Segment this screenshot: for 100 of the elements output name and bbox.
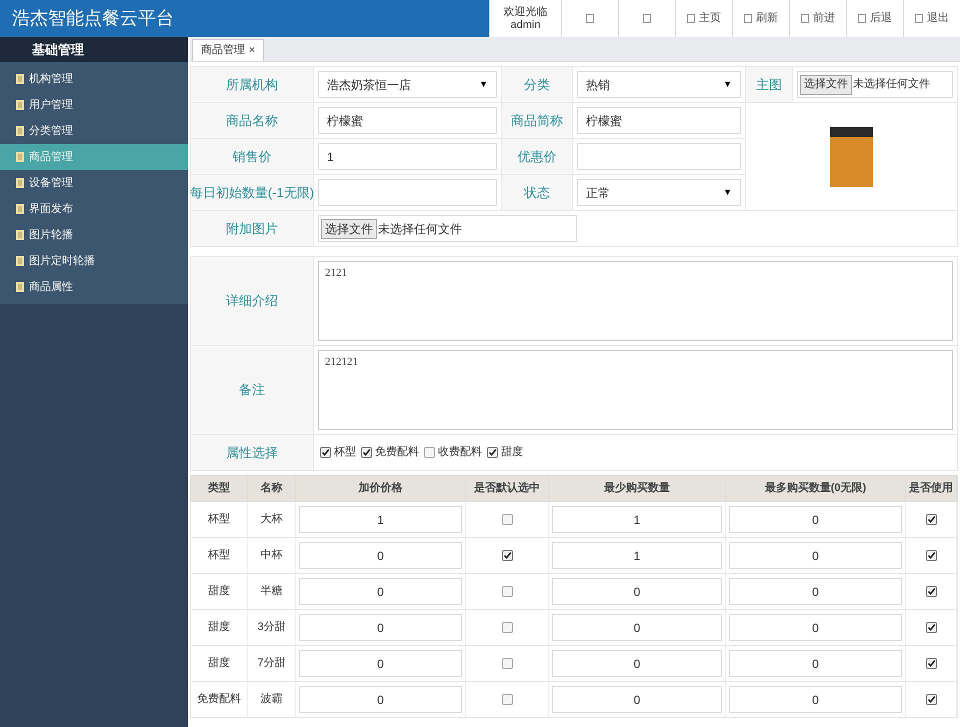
document-icon: [16, 152, 24, 162]
square-icon: [801, 14, 809, 23]
sidebar-item[interactable]: 用户管理: [0, 92, 188, 118]
input-field[interactable]: 柠檬蜜: [318, 107, 497, 134]
column-header: 最多购买数量(0无限): [726, 476, 906, 501]
table-cell: 甜度: [191, 610, 248, 645]
field-label: 商品简称: [502, 103, 572, 138]
field-label: 商品名称: [191, 103, 313, 138]
square-icon: [687, 14, 695, 23]
input-field[interactable]: 0: [552, 614, 722, 641]
checkbox[interactable]: [926, 658, 936, 669]
tab[interactable]: 商品管理 ×: [192, 39, 264, 61]
column-header: 加价价格: [296, 476, 466, 501]
sidebar-item[interactable]: 图片定时轮播: [0, 248, 188, 274]
checkbox[interactable]: [502, 694, 512, 705]
close-icon[interactable]: ×: [249, 43, 255, 58]
sidebar-item[interactable]: 界面发布: [0, 196, 188, 222]
select-field[interactable]: 热销 ▼: [577, 71, 741, 98]
square-icon: [586, 14, 594, 23]
textarea-field[interactable]: 2121: [318, 261, 953, 341]
document-icon: [16, 126, 24, 136]
input-field[interactable]: 1: [552, 542, 722, 569]
sidebar-heading: 基础管理: [0, 37, 188, 62]
input-field[interactable]: 0: [299, 542, 462, 569]
document-icon: [16, 282, 24, 292]
field-label: 详细介绍: [191, 257, 313, 345]
input-field[interactable]: 0: [299, 614, 462, 641]
input-field[interactable]: [318, 179, 497, 206]
checkbox[interactable]: [424, 447, 435, 458]
document-icon: [16, 230, 24, 240]
input-field[interactable]: 0: [299, 578, 462, 605]
document-icon: [16, 178, 24, 188]
input-field[interactable]: 1: [552, 506, 722, 533]
checkbox[interactable]: [926, 586, 936, 597]
input-field[interactable]: 0: [552, 578, 722, 605]
checkbox[interactable]: [361, 447, 372, 458]
file-status: 未选择任何文件: [853, 76, 930, 92]
checkbox-label: 甜度: [501, 444, 523, 460]
sidebar-item[interactable]: 商品属性: [0, 274, 188, 300]
sidebar-item[interactable]: 分类管理: [0, 118, 188, 144]
square-icon: [643, 14, 651, 23]
file-field[interactable]: 选择文件 未选择任何文件: [797, 71, 953, 98]
choose-file-button[interactable]: 选择文件: [800, 74, 852, 94]
column-header: 名称: [248, 476, 296, 501]
checkbox[interactable]: [502, 622, 512, 633]
input-field[interactable]: 1: [318, 143, 497, 170]
textarea-field[interactable]: 212121: [318, 350, 953, 430]
file-field[interactable]: 选择文件 未选择任何文件: [318, 215, 577, 242]
field-label: 所属机构: [191, 67, 313, 102]
input-field[interactable]: 0: [552, 686, 722, 713]
checkbox[interactable]: [926, 550, 936, 561]
input-field[interactable]: 1: [299, 506, 462, 533]
checkbox-label: 杯型: [334, 445, 356, 460]
checkbox[interactable]: [502, 550, 512, 561]
field-label: 属性选择: [191, 435, 313, 470]
document-icon: [16, 256, 24, 266]
checkbox[interactable]: [487, 447, 498, 458]
checkbox[interactable]: [320, 447, 331, 458]
input-field[interactable]: 0: [729, 614, 902, 641]
select-field[interactable]: 正常 ▼: [577, 179, 741, 206]
caret-icon: ▼: [479, 78, 488, 92]
input-field[interactable]: 柠檬蜜: [577, 107, 741, 134]
choose-file-button[interactable]: 选择文件: [321, 218, 377, 238]
sidebar-item[interactable]: 机构管理: [0, 66, 188, 92]
checkbox[interactable]: [926, 622, 936, 633]
field-label: 状态: [502, 175, 572, 210]
checkbox[interactable]: [502, 514, 512, 525]
table-cell: 大杯: [248, 502, 296, 537]
input-field[interactable]: 0: [552, 650, 722, 677]
select-field[interactable]: 浩杰奶茶恒一店 ▼: [318, 71, 497, 98]
sidebar-item[interactable]: 图片轮播: [0, 222, 188, 248]
input-field[interactable]: 0: [729, 542, 902, 569]
field-label: 每日初始数量(-1无限): [191, 175, 313, 210]
checkbox[interactable]: [926, 694, 936, 705]
checkbox[interactable]: [502, 586, 512, 597]
document-icon: [16, 204, 24, 214]
input-field[interactable]: [577, 143, 741, 170]
table-cell: 3分甜: [248, 610, 296, 645]
checkbox-label: 收费配料: [438, 445, 482, 460]
input-field[interactable]: 0: [729, 686, 902, 713]
input-field[interactable]: 0: [299, 686, 462, 713]
table-cell: 半糖: [248, 574, 296, 609]
table-cell: 甜度: [191, 574, 248, 609]
checkbox[interactable]: [926, 514, 936, 525]
welcome-text: 欢迎光临: [504, 6, 548, 18]
input-field[interactable]: 0: [729, 578, 902, 605]
sidebar-item[interactable]: 设备管理: [0, 170, 188, 196]
table-cell: 甜度: [191, 646, 248, 681]
table-cell: 波霸: [248, 682, 296, 717]
input-field[interactable]: 0: [299, 650, 462, 677]
table-cell: 免费配料: [191, 682, 248, 717]
column-header: 是否默认选中: [466, 476, 549, 501]
input-field[interactable]: 0: [729, 506, 902, 533]
table-cell: 7分甜: [248, 646, 296, 681]
field-label: 优惠价: [502, 139, 572, 174]
caret-icon: ▼: [723, 78, 732, 92]
field-label: 备注: [191, 346, 313, 434]
checkbox[interactable]: [502, 658, 512, 669]
input-field[interactable]: 0: [729, 650, 902, 677]
document-icon: [16, 74, 24, 84]
